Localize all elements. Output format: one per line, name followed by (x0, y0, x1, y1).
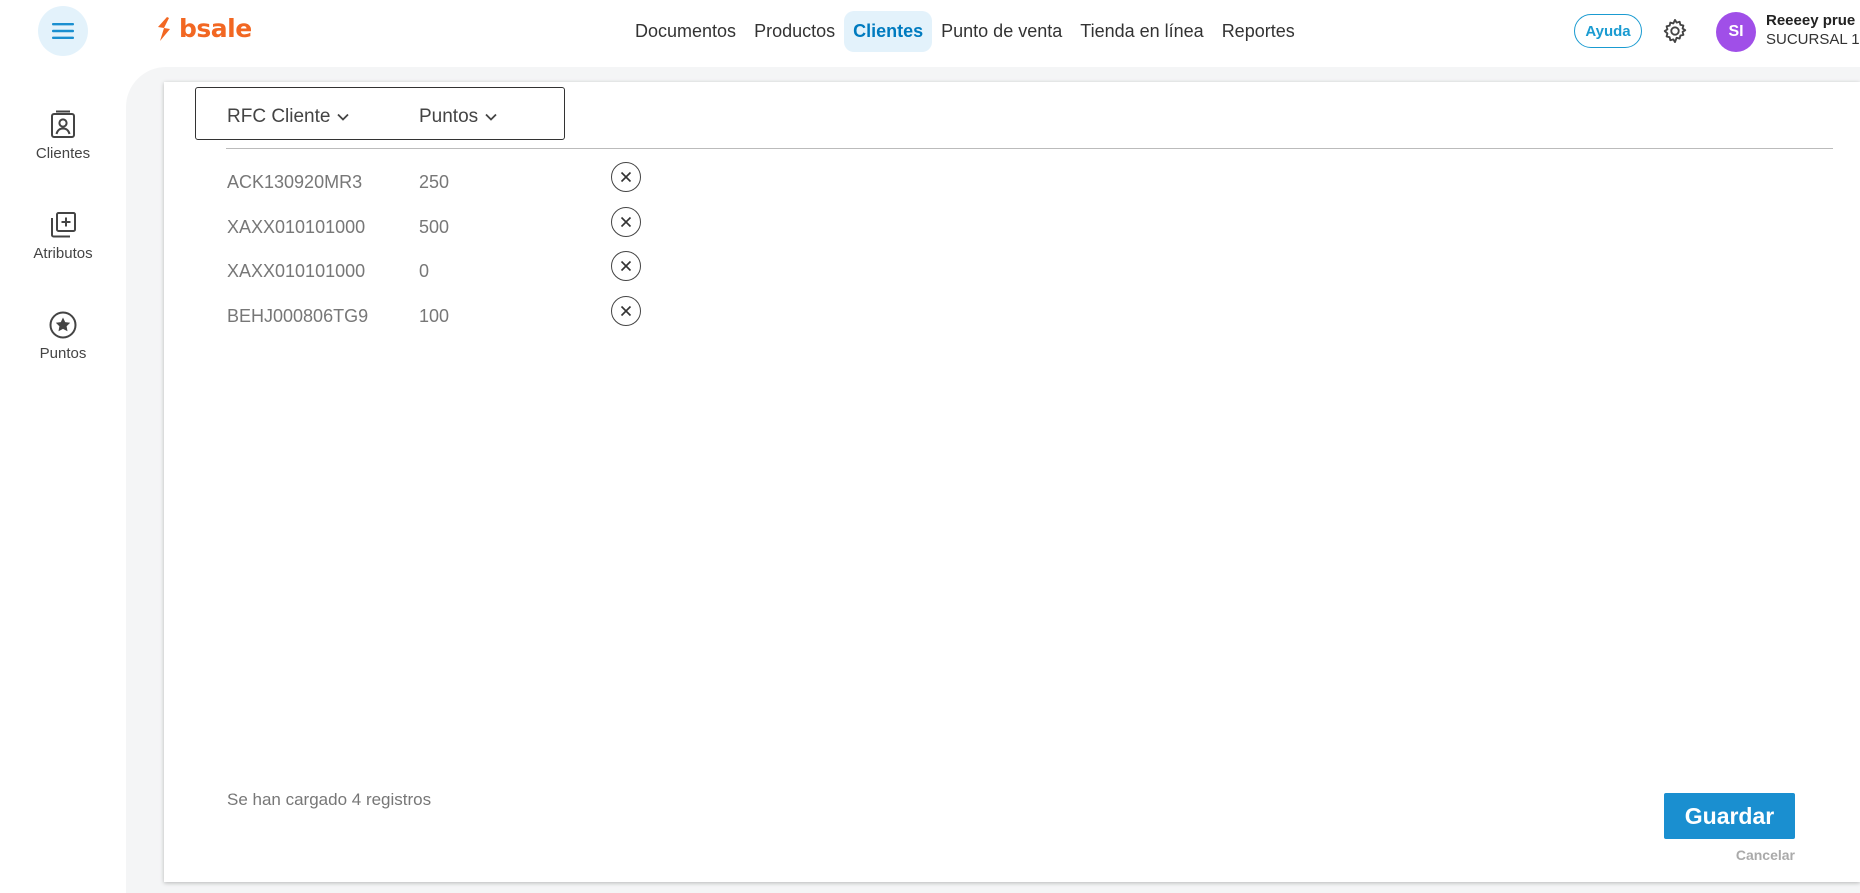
avatar[interactable]: SI (1716, 12, 1756, 52)
cell-puntos: 100 (419, 306, 450, 326)
table-row: XAXX010101000 0 (164, 251, 664, 301)
column-header-puntos[interactable]: Puntos (419, 106, 498, 128)
cell-puntos: 500 (419, 217, 450, 237)
chevron-down-icon (337, 113, 350, 121)
sidebar-label-clientes: Clientes (35, 145, 91, 162)
close-icon (620, 260, 632, 272)
table-row: ACK130920MR3 250 (164, 162, 664, 212)
nav-clientes[interactable]: Clientes (844, 11, 933, 52)
import-panel: RFC Cliente Puntos ACK130920MR3 250 XAXX… (164, 82, 1860, 882)
nav-productos[interactable]: Productos (745, 11, 844, 52)
brand-logo[interactable]: bsale (155, 14, 252, 43)
column-label-rfc: RFC Cliente (227, 106, 331, 127)
remove-row-button[interactable] (611, 162, 641, 192)
help-button[interactable]: Ayuda (1574, 14, 1642, 48)
nav-reportes[interactable]: Reportes (1213, 11, 1304, 52)
column-header-rfc[interactable]: RFC Cliente (227, 106, 350, 128)
nav-punto-de-venta[interactable]: Punto de venta (932, 11, 1071, 52)
close-icon (620, 171, 632, 183)
cell-rfc: XAXX010101000 (227, 217, 366, 237)
save-button[interactable]: Guardar (1664, 793, 1795, 839)
user-info[interactable]: Reeeey prue SUCURSAL 1 (1766, 12, 1860, 48)
nav-documentos[interactable]: Documentos (626, 11, 745, 52)
sidebar: Clientes Atributos Puntos (0, 62, 126, 893)
cell-rfc: XAXX010101000 (227, 261, 366, 281)
chevron-down-icon (485, 113, 497, 121)
table-divider (226, 148, 1833, 149)
close-icon (620, 216, 632, 228)
column-label-puntos: Puntos (419, 106, 479, 127)
menu-button[interactable] (38, 6, 88, 56)
star-circle-icon (49, 311, 77, 339)
gear-icon[interactable] (1661, 17, 1689, 45)
user-branch: SUCURSAL 1 (1766, 31, 1860, 48)
sidebar-item-puntos[interactable]: Puntos (0, 310, 126, 362)
close-icon (620, 305, 632, 317)
cell-puntos: 0 (419, 261, 430, 281)
sidebar-item-clientes[interactable]: Clientes (0, 110, 126, 162)
sidebar-item-atributos[interactable]: Atributos (0, 210, 126, 262)
add-box-icon (51, 212, 76, 238)
table-row: XAXX010101000 500 (164, 207, 664, 257)
cell-rfc: ACK130920MR3 (227, 172, 363, 192)
sidebar-label-atributos: Atributos (33, 245, 93, 262)
remove-row-button[interactable] (611, 296, 641, 326)
main-nav: Documentos Productos Clientes Punto de v… (626, 11, 1304, 52)
cancel-link[interactable]: Cancelar (1732, 847, 1795, 863)
hamburger-icon (52, 23, 74, 39)
table-row: BEHJ000806TG9 100 (164, 296, 664, 346)
remove-row-button[interactable] (611, 251, 641, 281)
contact-card-icon (51, 110, 75, 138)
top-bar: bsale Documentos Productos Clientes Punt… (0, 0, 1860, 62)
remove-row-button[interactable] (611, 207, 641, 237)
column-header-box: RFC Cliente Puntos (195, 87, 565, 140)
brand-name: bsale (179, 14, 252, 43)
cell-rfc: BEHJ000806TG9 (227, 306, 369, 326)
bsale-logo-icon (158, 16, 170, 41)
records-status: Se han cargado 4 registros (227, 790, 432, 809)
nav-tienda-en-linea[interactable]: Tienda en línea (1071, 11, 1212, 52)
cell-puntos: 250 (419, 172, 450, 192)
user-name: Reeeey prue (1766, 12, 1856, 29)
sidebar-label-puntos: Puntos (39, 345, 87, 362)
